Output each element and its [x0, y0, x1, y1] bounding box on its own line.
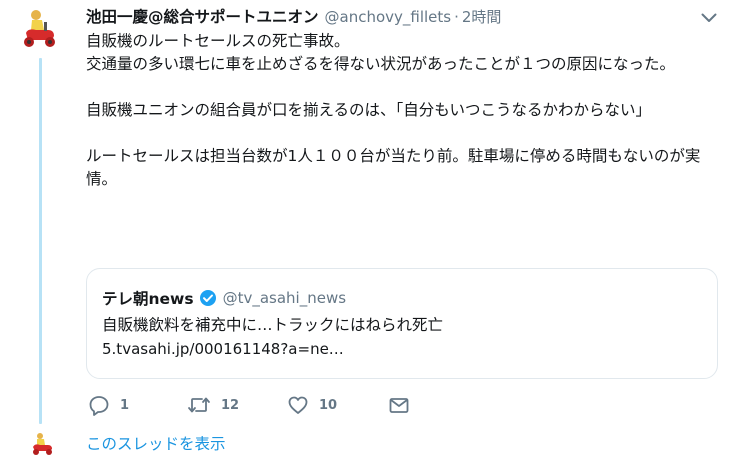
timestamp[interactable]: 2時間	[462, 6, 502, 27]
quoted-tweet-link[interactable]: 5.tvasahi.jp/000161148?a=ne…	[102, 340, 344, 358]
display-name[interactable]: 池田一慶@総合サポートユニオン	[86, 5, 319, 27]
more-options-button[interactable]	[699, 8, 719, 28]
tweet-header: 池田一慶@総合サポートユニオン @anchovy_fillets · 2時間	[86, 5, 697, 29]
quoted-display-name: テレ朝news	[102, 290, 194, 308]
reply-button[interactable]: 1	[88, 394, 129, 416]
retweet-count: 12	[221, 397, 240, 413]
thread-line	[39, 58, 42, 424]
avatar[interactable]	[16, 6, 62, 52]
tweet-paragraph: 自販機のルートセールスの死亡事故。 交通量の多い環七に車を止めざるを得ない状況が…	[86, 32, 676, 73]
direct-message-button[interactable]	[388, 394, 410, 416]
chevron-down-icon	[701, 13, 717, 22]
tweet-paragraph: ルートセールスは担当台数が1人１００台が当たり前。駐車場に停める時間もないのが実…	[86, 147, 701, 188]
retweet-button[interactable]: 12	[187, 394, 239, 416]
heart-icon	[288, 396, 308, 414]
thread-avatar	[28, 430, 56, 458]
reply-count: 1	[120, 397, 130, 413]
separator: ·	[454, 8, 459, 26]
like-button[interactable]: 10	[287, 394, 337, 416]
quoted-tweet-card[interactable]: テレ朝news @tv_asahi_news 自販機飲料を補充中に…トラックには…	[86, 268, 718, 379]
verified-badge-icon	[199, 289, 217, 307]
user-handle[interactable]: @anchovy_fillets	[325, 8, 452, 26]
tweet-actions: 1 12 10	[86, 394, 486, 420]
tweet[interactable]: 池田一慶@総合サポートユニオン @anchovy_fillets · 2時間 自…	[0, 0, 737, 469]
show-thread-link[interactable]: このスレッドを表示	[86, 432, 226, 454]
reply-icon	[89, 396, 109, 416]
tweet-text: 自販機のルートセールスの死亡事故。 交通量の多い環七に車を止めざるを得ない状況が…	[86, 30, 726, 191]
retweet-icon	[188, 397, 210, 413]
like-count: 10	[319, 397, 338, 413]
quoted-tweet-header: テレ朝news @tv_asahi_news	[102, 287, 346, 309]
quoted-tweet-text: 自販機飲料を補充中に…トラックにはねられ死亡	[102, 316, 444, 334]
tweet-paragraph: 自販機ユニオンの組合員が口を揃えるのは、「自分もいつこうなるかわからない」	[86, 101, 651, 119]
envelope-icon	[389, 398, 409, 413]
quoted-user-handle: @tv_asahi_news	[222, 289, 347, 307]
